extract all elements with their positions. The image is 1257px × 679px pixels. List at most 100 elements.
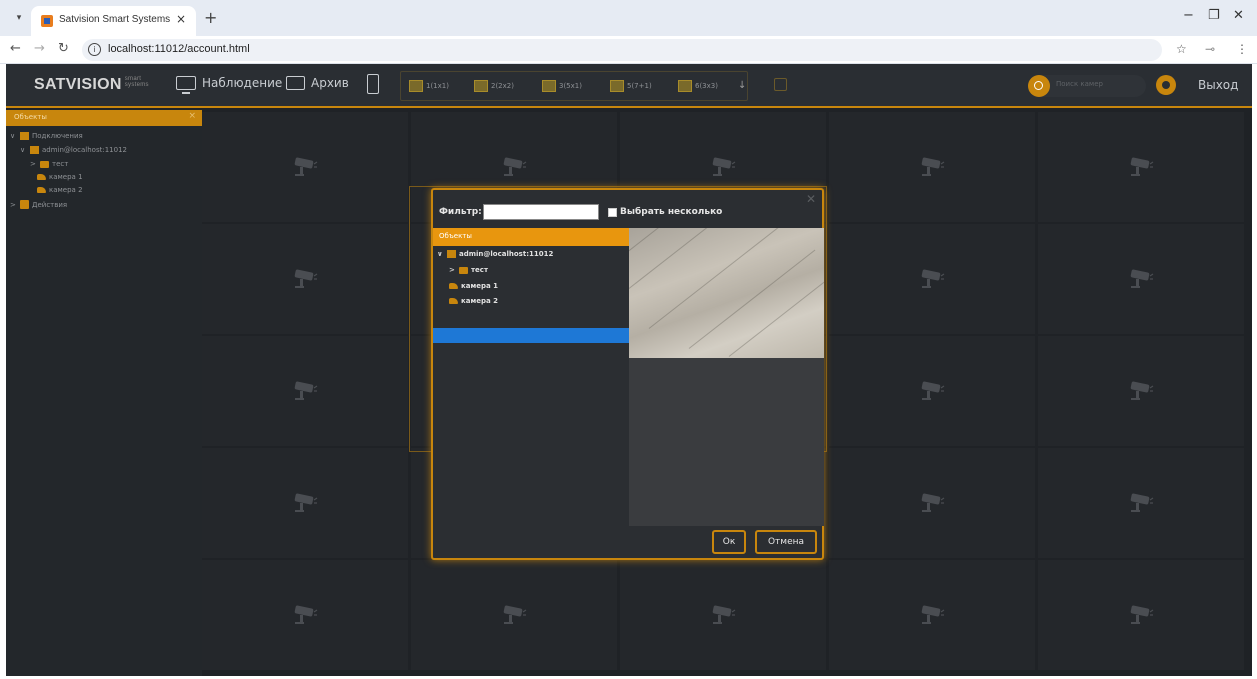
camera-cell[interactable] (1038, 448, 1244, 558)
chevron-down-icon[interactable]: ∨ (437, 250, 444, 258)
observation-label: Наблюдение (202, 76, 283, 90)
search-icon[interactable] (1028, 75, 1050, 97)
camera-placeholder-icon (294, 157, 318, 176)
forward-icon[interactable]: → (34, 41, 45, 56)
sidebar-close-icon[interactable]: × (188, 111, 196, 121)
chevron-right-icon[interactable]: > (10, 201, 17, 209)
camera-snapshot (629, 228, 824, 358)
camera-placeholder-icon (294, 269, 318, 288)
grid-icon (474, 80, 488, 92)
new-tab-button[interactable]: + (204, 8, 217, 27)
camera-cell[interactable] (1038, 224, 1244, 334)
monitor-icon (176, 76, 196, 94)
select-multiple-label[interactable]: Выбрать несколько (620, 207, 722, 217)
dialog-tree-camera-1[interactable]: камера 1 (449, 282, 498, 290)
camera-placeholder-icon (921, 269, 945, 288)
gear-icon[interactable] (1156, 75, 1176, 95)
camera-placeholder-icon (1130, 157, 1154, 176)
reload-icon[interactable]: ↻ (58, 41, 69, 56)
close-window-button[interactable]: ✕ (1233, 8, 1244, 23)
camera-cell[interactable] (411, 560, 617, 670)
camera-cell[interactable] (202, 336, 408, 446)
search-placeholder: Поиск камер (1056, 80, 1103, 88)
logout-button[interactable]: Выход (1198, 78, 1238, 92)
camera-cell[interactable] (829, 336, 1035, 446)
camera-placeholder-icon (294, 605, 318, 624)
camera-placeholder-icon (1130, 493, 1154, 512)
tree-selection-highlight (433, 328, 629, 343)
objects-sidebar: Объекты × ∨ Подключения ∨ admin@localhost:1… (6, 110, 202, 676)
camera-cell[interactable] (1038, 112, 1244, 222)
restore-button[interactable]: ❐ (1208, 8, 1220, 23)
dialog-tree-server[interactable]: ∨ admin@localhost:11012 (437, 250, 553, 258)
camera-cell[interactable] (829, 448, 1035, 558)
camera-cell[interactable] (1038, 560, 1244, 670)
chevron-down-icon[interactable]: ∨ (20, 146, 27, 154)
tree-item-test[interactable]: > тест (30, 160, 68, 168)
add-camera-icon[interactable] (774, 78, 787, 91)
camera-cell[interactable] (202, 448, 408, 558)
server-icon (30, 146, 39, 154)
chevron-right-icon[interactable]: > (30, 160, 37, 168)
bookmark-star-icon[interactable]: ☆ (1176, 42, 1187, 56)
observation-tab[interactable]: Наблюдение (176, 76, 283, 94)
extensions-icon[interactable]: ⊸ (1205, 42, 1215, 56)
server-icon (447, 250, 456, 258)
camera-placeholder-icon (712, 157, 736, 176)
cancel-button[interactable]: Отмена (755, 530, 817, 554)
archive-label: Архив (311, 76, 349, 90)
select-multiple-checkbox[interactable] (608, 208, 617, 217)
tab-close-icon[interactable]: × (176, 12, 186, 26)
site-info-icon[interactable]: i (88, 43, 101, 56)
tab-title: Satvision Smart Systems: Набл (59, 14, 171, 25)
layout-more-icon[interactable]: ↓ (738, 80, 746, 91)
filter-label: Фильтр: (439, 207, 482, 217)
satvision-logo: SATVISION smart systems (34, 76, 149, 93)
tab-search-dropdown-icon[interactable]: ▾ (8, 8, 30, 28)
camera-search[interactable]: Поиск камер (1028, 75, 1146, 97)
address-bar-row: ← → ↻ i localhost:11012/account.html ☆ ⊸… (0, 36, 1257, 64)
camera-cell[interactable] (829, 224, 1035, 334)
camera-cell[interactable] (829, 112, 1035, 222)
camera-cell[interactable] (202, 112, 408, 222)
dialog-tree-camera-2[interactable]: камера 2 (449, 297, 498, 305)
back-icon[interactable]: ← (10, 41, 21, 56)
tree-item-actions[interactable]: > Действия (10, 200, 67, 209)
layout-2x2[interactable]: 2(2x2) (474, 80, 514, 92)
favicon-icon (41, 15, 53, 27)
camera-select-dialog: ✕ Фильтр: Выбрать несколько Объекты ∨ adm… (431, 188, 824, 560)
tree-item-camera-1[interactable]: камера 1 (37, 173, 83, 181)
dialog-close-icon[interactable]: ✕ (806, 192, 816, 206)
omnibox[interactable]: i localhost:11012/account.html (82, 39, 1162, 61)
camera-placeholder-icon (503, 605, 527, 624)
camera-icon (449, 298, 458, 304)
tree-item-camera-2[interactable]: камера 2 (37, 186, 83, 194)
layout-1x1[interactable]: 1(1x1) (409, 80, 449, 92)
camera-cell[interactable] (620, 560, 826, 670)
camera-cell[interactable] (202, 560, 408, 670)
filter-input[interactable] (483, 204, 599, 220)
minimize-button[interactable]: − (1183, 8, 1194, 23)
camera-placeholder-icon (294, 493, 318, 512)
layout-3x3[interactable]: 6(3x3) (678, 80, 718, 92)
layout-7plus1[interactable]: 5(7+1) (610, 80, 652, 92)
folder-icon (40, 160, 49, 168)
camera-placeholder-icon (1130, 269, 1154, 288)
camera-cell[interactable] (202, 224, 408, 334)
tree-header: Объекты (433, 228, 629, 246)
chevron-right-icon[interactable]: > (449, 266, 456, 274)
chevron-down-icon[interactable]: ∨ (10, 132, 17, 140)
tree-item-server[interactable]: ∨ admin@localhost:11012 (20, 146, 127, 154)
camera-cell[interactable] (1038, 336, 1244, 446)
tablet-icon[interactable] (367, 74, 379, 94)
archive-tab[interactable]: Архив (286, 76, 349, 90)
dialog-tree-test[interactable]: > тест (449, 266, 488, 274)
app-toolbar: SATVISION smart systems Наблюдение Архив … (6, 64, 1252, 108)
browser-tab[interactable]: Satvision Smart Systems: Набл × (31, 6, 196, 36)
layout-5x1[interactable]: 3(5x1) (542, 80, 582, 92)
ok-button[interactable]: Ок (712, 530, 746, 554)
browser-menu-icon[interactable]: ⋮ (1236, 42, 1248, 56)
tree-item-connections[interactable]: ∨ Подключения (10, 132, 83, 140)
camera-cell[interactable] (829, 560, 1035, 670)
camera-placeholder-icon (503, 157, 527, 176)
